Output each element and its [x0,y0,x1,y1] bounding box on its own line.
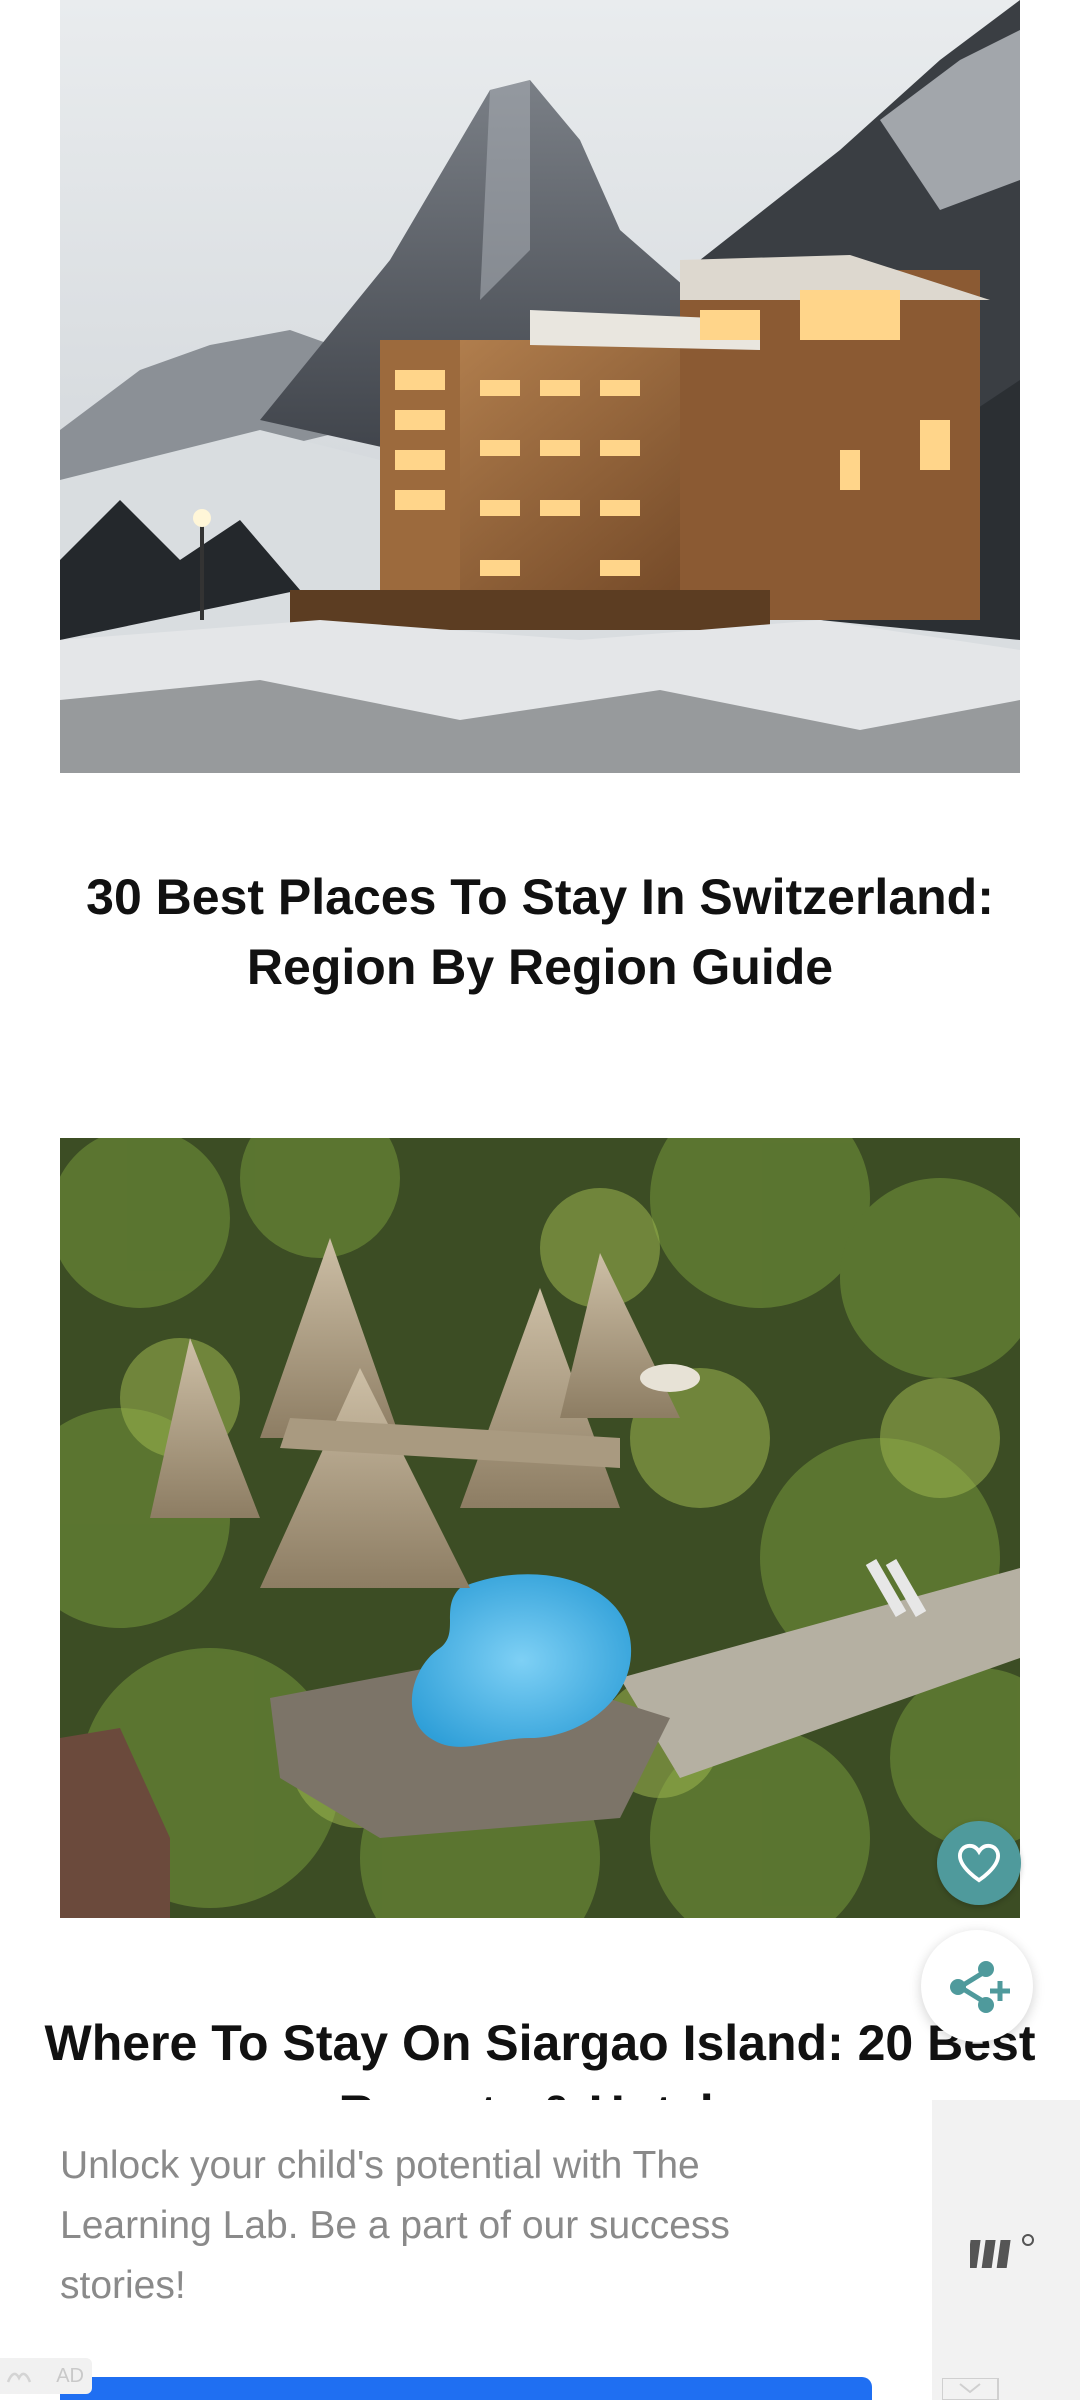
share-button[interactable] [921,1930,1033,2042]
favorite-button[interactable] [937,1821,1021,1905]
ad-info-icon [6,2372,32,2383]
ad-brand-logo-icon [970,2234,1034,2268]
article-image-switzerland[interactable] [60,0,1020,773]
article-image-siargao[interactable] [60,1138,1020,1918]
ad-label-text: AD [56,2364,84,2387]
share-icon [950,1961,1010,2013]
ad-cta-button[interactable] [60,2377,872,2400]
page: 30 Best Places To Stay In Switzerland: R… [0,0,1080,2400]
article-title[interactable]: 30 Best Places To Stay In Switzerland: R… [40,862,1040,1002]
ad-banner[interactable]: Unlock your child's potential with The L… [0,2100,1080,2400]
ad-label-badge: AD [0,2358,92,2394]
ad-text[interactable]: Unlock your child's potential with The L… [60,2136,860,2316]
ad-side-panel [932,2100,1080,2400]
ad-options-icon[interactable] [942,2378,1002,2400]
siargao-resort-photo [60,1138,1020,1918]
switzerland-hotel-photo [60,0,1020,773]
heart-icon [957,1843,1001,1883]
